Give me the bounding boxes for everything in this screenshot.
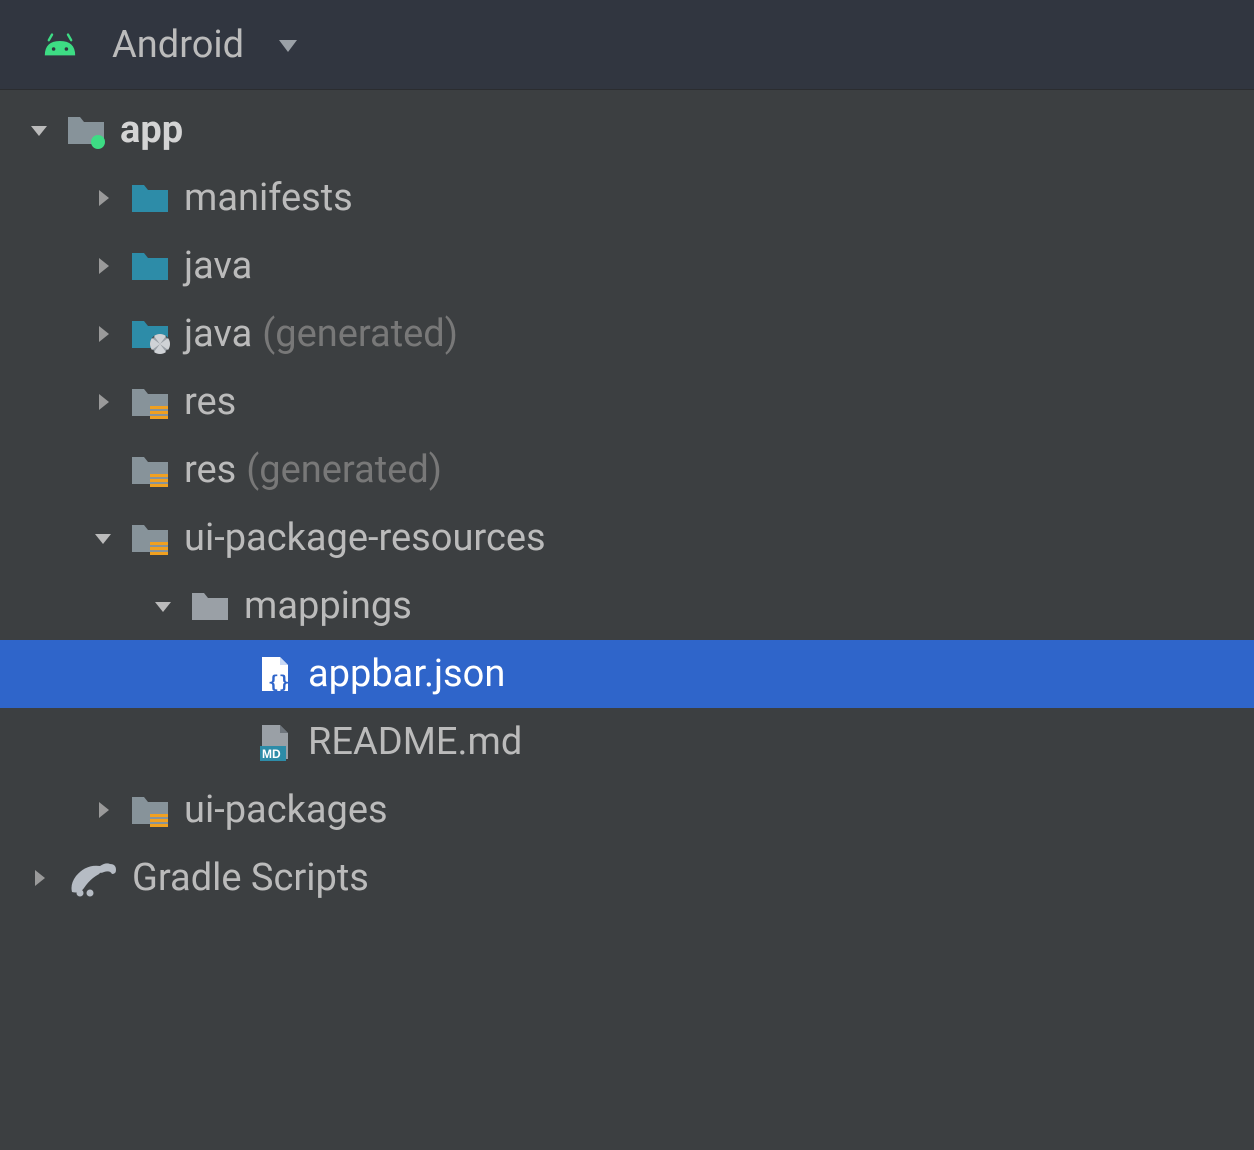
tree-item-label: app [120, 108, 183, 152]
module-icon [66, 110, 106, 150]
tree-item[interactable]: app [0, 96, 1254, 164]
tree-item[interactable]: MD README.md [0, 708, 1254, 776]
tree-item-label: java [184, 244, 252, 288]
svg-text:{}: {} [268, 672, 290, 693]
chevron-down-icon[interactable] [92, 527, 114, 549]
chevron-down-icon[interactable] [152, 595, 174, 617]
project-view-header[interactable]: Android [0, 0, 1254, 90]
tree-item[interactable]: ui-package-resources [0, 504, 1254, 572]
md-file-icon: MD [254, 722, 294, 762]
gradle-icon [66, 858, 118, 898]
svg-text:MD: MD [262, 747, 281, 761]
tree-item-suffix: (generated) [262, 312, 458, 356]
chevron-right-icon[interactable] [92, 255, 114, 277]
folder-teal-icon [130, 178, 170, 218]
chevron-right-icon[interactable] [92, 391, 114, 413]
tree-item-label: Gradle Scripts [132, 856, 369, 900]
tree-item-label: manifests [184, 176, 353, 220]
android-icon [40, 25, 80, 65]
chevron-right-icon[interactable] [28, 867, 50, 889]
tree-item-label: mappings [244, 584, 412, 628]
project-tree: appmanifestsjavajava(generated)resres(ge… [0, 90, 1254, 912]
tree-item-label: res [184, 380, 236, 424]
tree-item-label: README.md [308, 720, 522, 764]
tree-item[interactable]: Gradle Scripts [0, 844, 1254, 912]
tree-item-label: ui-packages [184, 788, 388, 832]
folder-teal-icon [130, 246, 170, 286]
view-selector-label: Android [112, 23, 244, 67]
tree-item[interactable]: manifests [0, 164, 1254, 232]
tree-item-suffix: (generated) [246, 448, 442, 492]
folder-res-icon [130, 450, 170, 490]
tree-item[interactable]: res(generated) [0, 436, 1254, 504]
tree-item-label: appbar.json [308, 652, 505, 696]
tree-item[interactable]: {} appbar.json [0, 640, 1254, 708]
folder-gray-icon [190, 586, 230, 626]
tree-item[interactable]: java [0, 232, 1254, 300]
tree-item[interactable]: res [0, 368, 1254, 436]
json-file-icon: {} [254, 654, 294, 694]
tree-item-label: java [184, 312, 252, 356]
chevron-right-icon[interactable] [92, 187, 114, 209]
tree-item-label: res [184, 448, 236, 492]
chevron-right-icon[interactable] [92, 323, 114, 345]
chevron-right-icon[interactable] [92, 799, 114, 821]
tree-item-label: ui-package-resources [184, 516, 546, 560]
dropdown-chevron-icon[interactable] [268, 25, 308, 65]
tree-item[interactable]: mappings [0, 572, 1254, 640]
chevron-down-icon[interactable] [28, 119, 50, 141]
folder-res-icon [130, 518, 170, 558]
tree-item[interactable]: ui-packages [0, 776, 1254, 844]
tree-item[interactable]: java(generated) [0, 300, 1254, 368]
folder-res-icon [130, 382, 170, 422]
folder-res-icon [130, 790, 170, 830]
folder-gen-icon [130, 314, 170, 354]
